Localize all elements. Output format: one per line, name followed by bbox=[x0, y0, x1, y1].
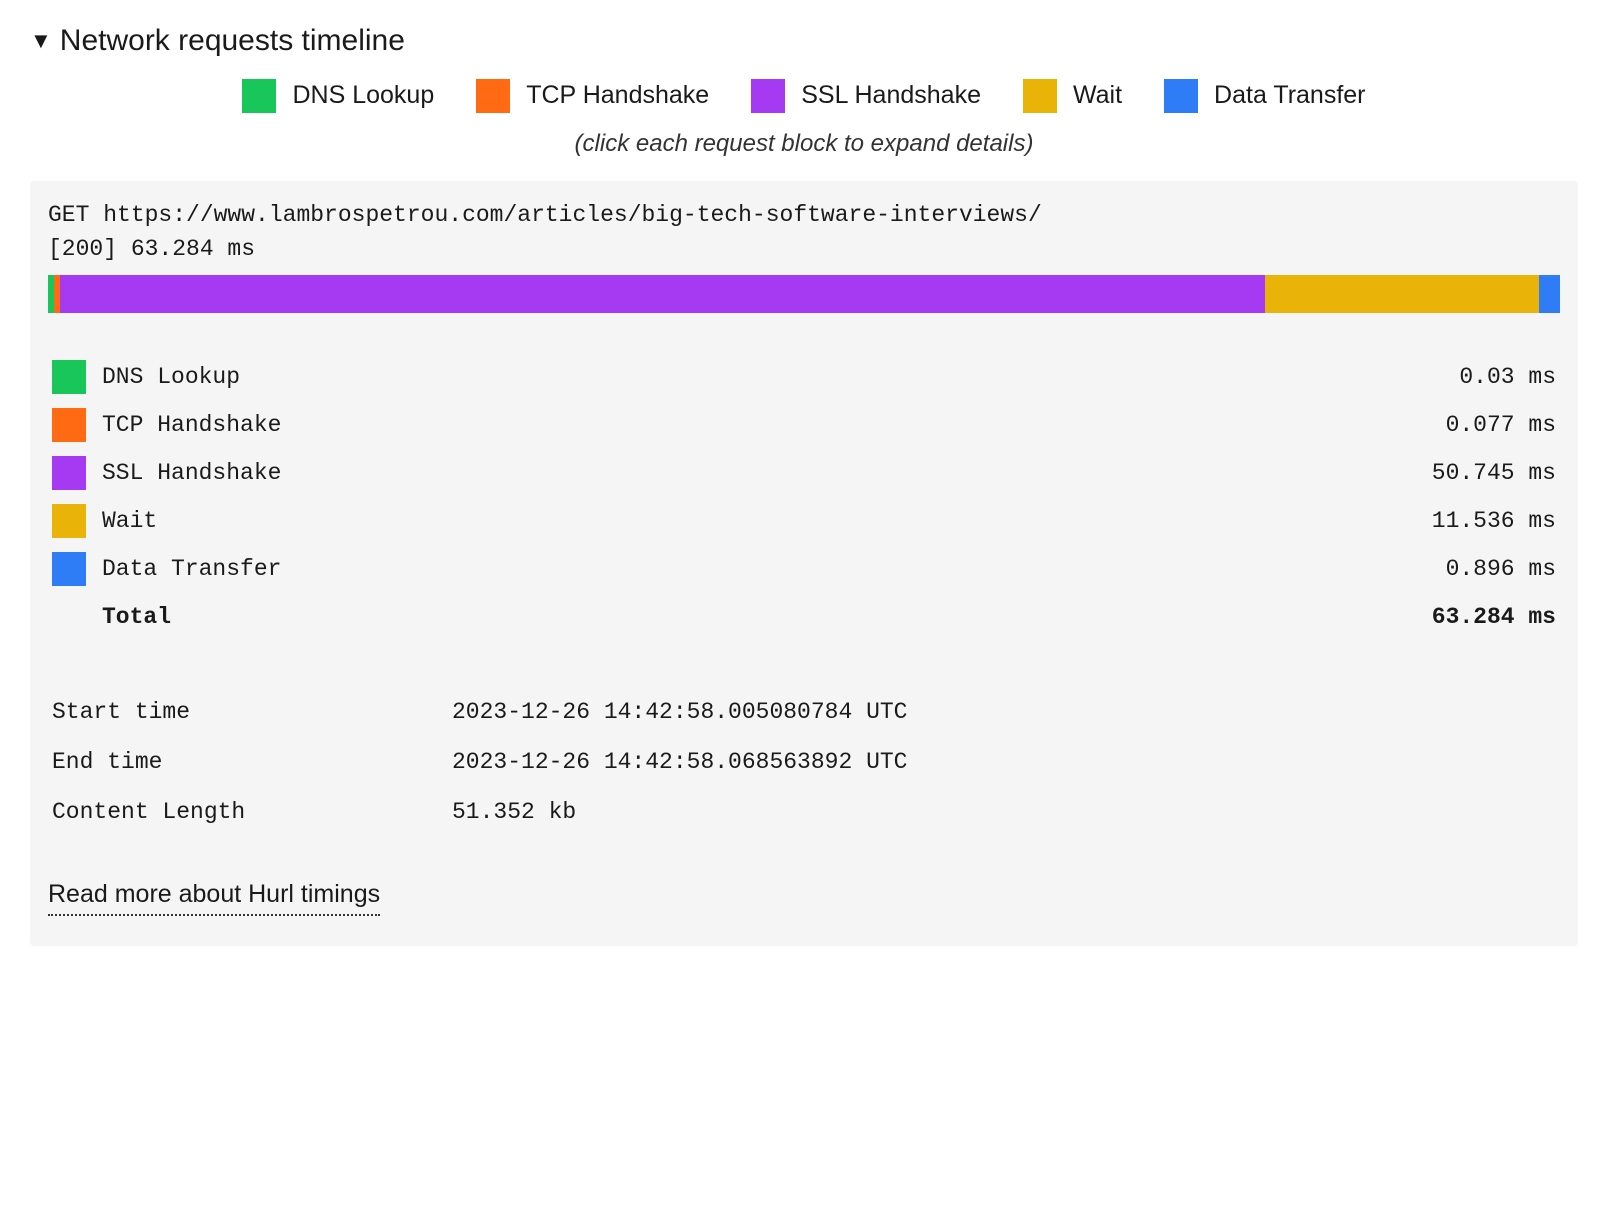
request-panel: GET https://www.lambrospetrou.com/articl… bbox=[30, 181, 1578, 946]
timing-label: SSL Handshake bbox=[102, 457, 281, 489]
timing-row-tcp: TCP Handshake 0.077 ms bbox=[52, 401, 1556, 449]
legend-label: Wait bbox=[1073, 78, 1122, 113]
timing-label: Wait bbox=[102, 505, 157, 537]
request-line: GET https://www.lambrospetrou.com/articl… bbox=[48, 199, 1560, 231]
read-more-link[interactable]: Read more about Hurl timings bbox=[48, 877, 380, 916]
legend-item-ssl: SSL Handshake bbox=[751, 78, 981, 113]
section-toggle[interactable]: ▼ Network requests timeline bbox=[30, 20, 1578, 62]
timing-row-data: Data Transfer 0.896 ms bbox=[52, 545, 1556, 593]
legend-item-tcp: TCP Handshake bbox=[476, 78, 709, 113]
timing-row-total: Total 63.284 ms bbox=[52, 593, 1556, 641]
timing-value: 50.745 ms bbox=[1432, 457, 1556, 489]
status-line: [200] 63.284 ms bbox=[48, 233, 1560, 265]
dns-swatch-icon bbox=[242, 79, 276, 113]
timing-value: 0.03 ms bbox=[1459, 361, 1556, 393]
meta-row-length: Content Length 51.352 kb bbox=[52, 787, 1556, 837]
hint-text: (click each request block to expand deta… bbox=[30, 127, 1578, 161]
meta-row-end: End time 2023-12-26 14:42:58.068563892 U… bbox=[52, 737, 1556, 787]
data-swatch-icon bbox=[1164, 79, 1198, 113]
timing-label: Data Transfer bbox=[102, 553, 281, 585]
timing-value: 0.077 ms bbox=[1446, 409, 1556, 441]
meta-value: 2023-12-26 14:42:58.068563892 UTC bbox=[452, 746, 907, 778]
ssl-swatch-icon bbox=[52, 456, 86, 490]
timing-row-ssl: SSL Handshake 50.745 ms bbox=[52, 449, 1556, 497]
bar-segment-ssl[interactable] bbox=[60, 275, 1265, 313]
meta-value: 2023-12-26 14:42:58.005080784 UTC bbox=[452, 696, 907, 728]
meta-value: 51.352 kb bbox=[452, 796, 576, 828]
data-swatch-icon bbox=[52, 552, 86, 586]
legend: DNS Lookup TCP Handshake SSL Handshake W… bbox=[30, 78, 1578, 113]
meta-key: End time bbox=[52, 746, 452, 778]
wait-swatch-icon bbox=[52, 504, 86, 538]
total-label: Total bbox=[102, 601, 171, 633]
ssl-swatch-icon bbox=[751, 79, 785, 113]
timeline-bar[interactable] bbox=[48, 275, 1560, 313]
bar-segment-data[interactable] bbox=[1539, 275, 1560, 313]
legend-label: Data Transfer bbox=[1214, 78, 1365, 113]
meta-key: Content Length bbox=[52, 796, 452, 828]
timing-label: TCP Handshake bbox=[102, 409, 281, 441]
timing-value: 0.896 ms bbox=[1446, 553, 1556, 585]
tcp-swatch-icon bbox=[476, 79, 510, 113]
legend-label: DNS Lookup bbox=[292, 78, 434, 113]
wait-swatch-icon bbox=[1023, 79, 1057, 113]
bar-segment-wait[interactable] bbox=[1265, 275, 1539, 313]
meta-key: Start time bbox=[52, 696, 452, 728]
meta-row-start: Start time 2023-12-26 14:42:58.005080784… bbox=[52, 687, 1556, 737]
timing-row-dns: DNS Lookup 0.03 ms bbox=[52, 353, 1556, 401]
section-title: Network requests timeline bbox=[60, 20, 405, 62]
legend-item-data: Data Transfer bbox=[1164, 78, 1365, 113]
tcp-swatch-icon bbox=[52, 408, 86, 442]
dns-swatch-icon bbox=[52, 360, 86, 394]
timing-value: 11.536 ms bbox=[1432, 505, 1556, 537]
total-value: 63.284 ms bbox=[1432, 601, 1556, 633]
timing-row-wait: Wait 11.536 ms bbox=[52, 497, 1556, 545]
legend-label: TCP Handshake bbox=[526, 78, 709, 113]
legend-label: SSL Handshake bbox=[801, 78, 981, 113]
meta-table: Start time 2023-12-26 14:42:58.005080784… bbox=[48, 687, 1560, 837]
chevron-down-icon: ▼ bbox=[30, 26, 52, 57]
legend-item-wait: Wait bbox=[1023, 78, 1122, 113]
timings-table: DNS Lookup 0.03 ms TCP Handshake 0.077 m… bbox=[48, 353, 1560, 641]
timing-label: DNS Lookup bbox=[102, 361, 240, 393]
legend-item-dns: DNS Lookup bbox=[242, 78, 434, 113]
